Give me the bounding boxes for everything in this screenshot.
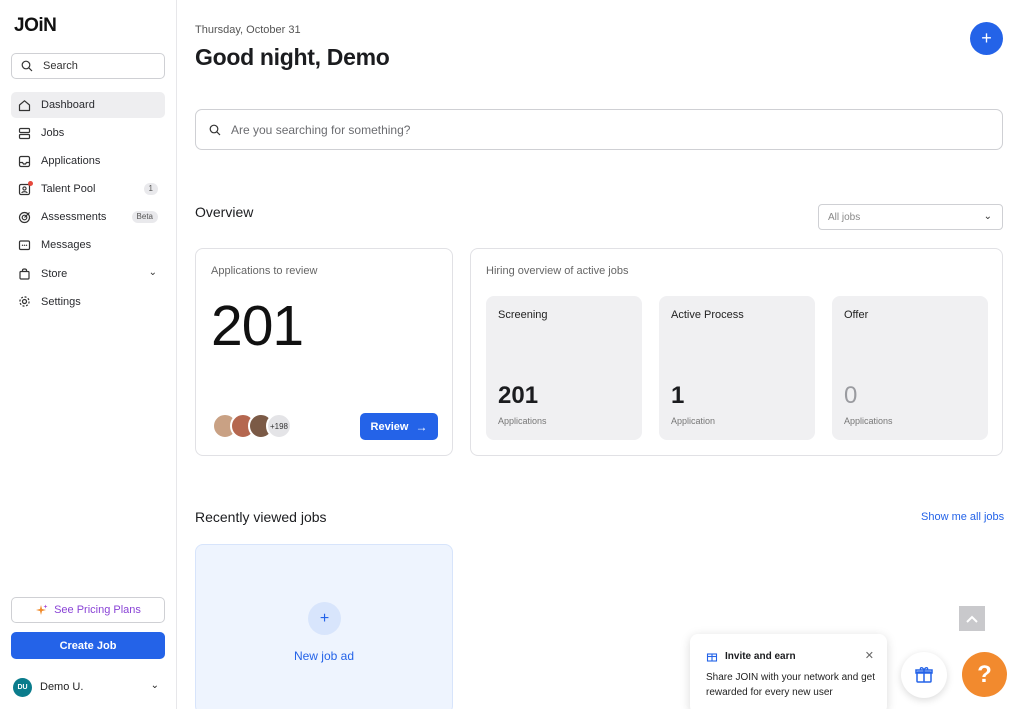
stage-offer[interactable]: Offer 0 Applications (832, 296, 988, 440)
sidebar: JOiN Search Dashboard Jobs Applications (0, 0, 177, 709)
arrow-right-icon: → (415, 419, 428, 434)
sidebar-search-button[interactable]: Search (11, 53, 165, 79)
gift-icon (706, 653, 718, 662)
stage-unit: Applications (498, 416, 547, 426)
sidebar-item-assessments[interactable]: Assessments Beta (11, 204, 165, 230)
show-all-jobs-link[interactable]: Show me all jobs (921, 511, 1004, 523)
sidebar-item-settings[interactable]: Settings (11, 289, 165, 315)
more-applicants-count: +198 (266, 413, 292, 439)
close-icon[interactable]: ✕ (865, 649, 874, 662)
create-job-button[interactable]: Create Job (11, 632, 165, 659)
hiring-overview-card: Hiring overview of active jobs Screening… (470, 248, 1003, 456)
chevron-up-icon (966, 615, 978, 623)
applications-card-label: Applications to review (211, 265, 318, 277)
gear-icon (17, 294, 32, 309)
jobs-filter-select[interactable]: All jobs ⌄ (818, 204, 1003, 230)
scroll-to-top-button[interactable] (959, 606, 985, 631)
plus-icon: + (308, 602, 341, 635)
sidebar-item-jobs[interactable]: Jobs (11, 120, 165, 146)
review-label: Review (370, 420, 409, 433)
applications-count: 201 (211, 294, 304, 358)
search-icon (21, 60, 33, 72)
chevron-down-icon: ⌄ (150, 680, 159, 691)
sidebar-item-store[interactable]: Store ⌄ (11, 261, 165, 287)
help-button[interactable]: ? (962, 652, 1007, 697)
sidebar-item-label: Assessments (41, 211, 107, 224)
beta-badge: Beta (131, 211, 158, 224)
stage-unit: Applications (844, 416, 893, 426)
jobs-filter-value: All jobs (828, 211, 861, 223)
sidebar-item-label: Applications (41, 155, 101, 168)
stage-active-process[interactable]: Active Process 1 Application (659, 296, 815, 440)
count-badge: 1 (143, 183, 158, 196)
plus-icon: + (981, 28, 992, 48)
pricing-label: See Pricing Plans (54, 604, 141, 616)
current-date: Thursday, October 31 (195, 24, 301, 36)
sidebar-item-talent-pool[interactable]: Talent Pool 1 (11, 176, 165, 202)
page-title: Good night, Demo (195, 44, 390, 70)
message-icon (17, 238, 32, 253)
add-button[interactable]: + (970, 22, 1003, 55)
stage-name: Active Process (671, 309, 744, 321)
invite-and-earn-popup: Invite and earn ✕ Share JOIN with your n… (690, 634, 887, 709)
invite-title: Invite and earn (706, 650, 796, 662)
user-name: Demo U. (40, 681, 84, 693)
user-menu[interactable]: DU Demo U. ⌄ (13, 677, 163, 697)
new-job-ad-card[interactable]: + New job ad (195, 544, 453, 709)
avatar: DU (13, 677, 32, 697)
target-icon (17, 210, 32, 225)
join-logo[interactable]: JOiN (14, 15, 57, 37)
main-search-input[interactable]: Are you searching for something? (195, 109, 1003, 150)
jobs-icon (17, 126, 32, 141)
review-button[interactable]: Review → (360, 413, 438, 440)
sidebar-item-label: Jobs (41, 127, 65, 140)
stage-screening[interactable]: Screening 201 Applications (486, 296, 642, 440)
see-pricing-plans-button[interactable]: See Pricing Plans (11, 597, 165, 623)
sparkles-icon (36, 604, 48, 615)
stage-count: 1 (671, 382, 685, 409)
sidebar-item-applications[interactable]: Applications (11, 148, 165, 174)
sidebar-item-label: Dashboard (41, 99, 95, 111)
search-placeholder: Are you searching for something? (231, 122, 411, 137)
chevron-down-icon[interactable]: ⌄ (149, 267, 157, 278)
stage-count: 0 (844, 382, 858, 409)
stage-name: Screening (498, 309, 548, 321)
hiring-card-label: Hiring overview of active jobs (486, 265, 629, 277)
shopping-bag-icon (17, 266, 32, 281)
gift-button[interactable] (901, 652, 947, 698)
sidebar-search-label: Search (43, 60, 78, 72)
sidebar-nav: Dashboard Jobs Applications Talent Pool … (11, 92, 165, 317)
gift-icon (915, 667, 933, 683)
sidebar-item-label: Messages (41, 239, 92, 252)
sidebar-item-label: Settings (41, 295, 81, 308)
stage-count: 201 (498, 382, 539, 409)
home-icon (17, 98, 32, 113)
recent-jobs-heading: Recently viewed jobs (195, 509, 327, 525)
contact-card-icon (17, 180, 33, 197)
notification-dot (28, 180, 33, 186)
stage-unit: Application (671, 416, 716, 426)
invite-body: Share JOIN with your network and get rew… (706, 672, 875, 698)
inbox-icon (17, 154, 32, 169)
applications-to-review-card: Applications to review 201 +198 Review → (195, 248, 453, 456)
invite-title-text: Invite and earn (725, 650, 796, 662)
sidebar-item-messages[interactable]: Messages (11, 232, 165, 258)
new-job-ad-label: New job ad (293, 649, 355, 663)
stage-name: Offer (844, 309, 869, 321)
search-icon (209, 124, 221, 135)
sidebar-item-label: Talent Pool (41, 183, 96, 196)
sidebar-item-dashboard[interactable]: Dashboard (11, 92, 165, 118)
overview-heading: Overview (195, 204, 254, 220)
applicant-avatars: +198 (212, 413, 292, 439)
sidebar-item-label: Store (41, 267, 68, 280)
chevron-down-icon: ⌄ (983, 211, 992, 222)
